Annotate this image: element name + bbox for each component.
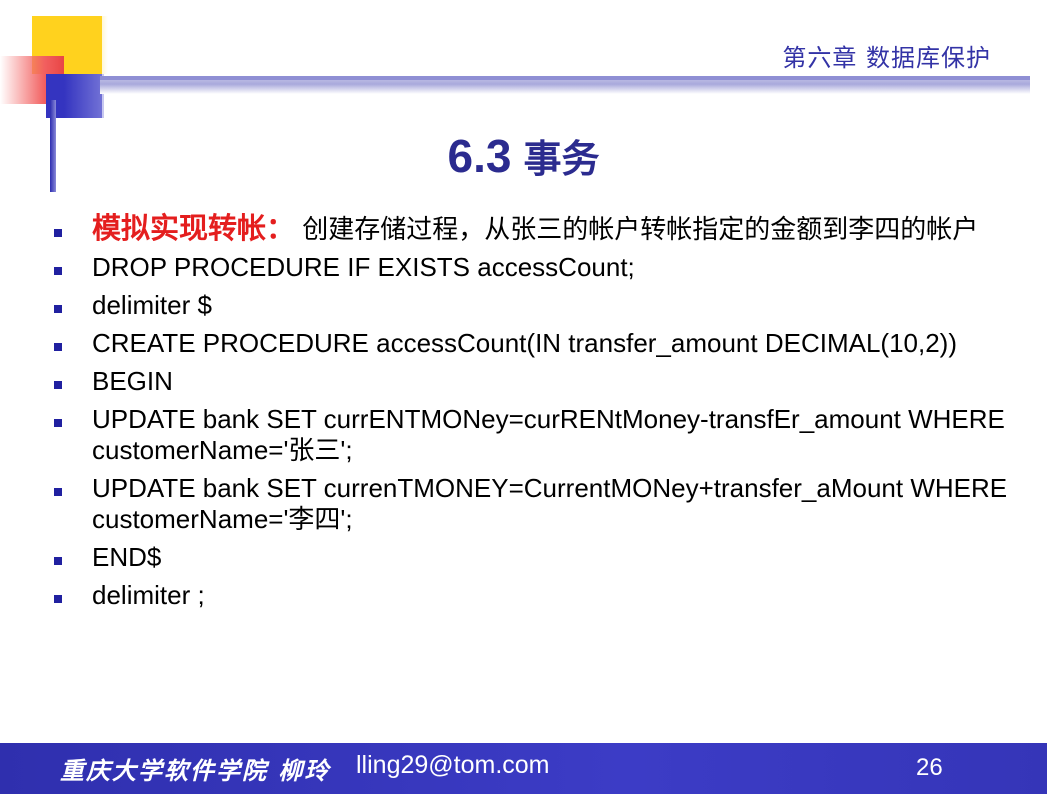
bullet-text: CREATE PROCEDURE accessCount(IN transfer… — [92, 328, 957, 358]
bullet-list: 模拟实现转帐： 创建存储过程，从张三的帐户转帐指定的金额到李四的帐户 DROP … — [52, 214, 1012, 618]
bullet-item: END$ — [52, 542, 1012, 573]
bullet-marker-icon — [54, 557, 62, 565]
bullet-item: CREATE PROCEDURE accessCount(IN transfer… — [52, 328, 1012, 359]
bullet-text: DROP PROCEDURE IF EXISTS accessCount; — [92, 252, 635, 282]
bullet-highlight: 模拟实现转帐： — [92, 213, 296, 245]
footer-institution: 重庆大学软件学院 柳玲 — [60, 756, 331, 785]
bullet-marker-icon — [54, 305, 62, 313]
bullet-marker-icon — [54, 419, 62, 427]
bullet-item-intro: 模拟实现转帐： 创建存储过程，从张三的帐户转帐指定的金额到李四的帐户 — [52, 214, 1012, 245]
bullet-text: 创建存储过程，从张三的帐户转帐指定的金额到李四的帐户 — [302, 214, 979, 244]
bullet-marker-icon — [54, 488, 62, 496]
bullet-item: delimiter ; — [52, 580, 1012, 611]
bullet-text: delimiter ; — [92, 580, 205, 610]
page-number: 26 — [916, 754, 943, 781]
footer-email: lling29@tom.com — [356, 751, 550, 779]
bullet-item: UPDATE bank SET currenTMONEY=CurrentMONe… — [52, 473, 1012, 535]
bullet-marker-icon — [54, 381, 62, 389]
corner-decoration-yellow-fade — [78, 16, 108, 74]
chapter-title: 第六章 数据库保护 — [782, 44, 991, 72]
bullet-item: UPDATE bank SET currENTMONey=curRENtMone… — [52, 404, 1012, 466]
bullet-item: delimiter $ — [52, 290, 1012, 321]
bullet-marker-icon — [54, 229, 62, 237]
bullet-marker-icon — [54, 343, 62, 351]
bullet-text: UPDATE bank SET currENTMONey=curRENtMone… — [92, 404, 1005, 465]
bullet-text: END$ — [92, 542, 162, 572]
slide-title-text: 事务 — [523, 136, 600, 181]
corner-decoration-blue-fade — [64, 74, 104, 118]
bullet-text: BEGIN — [92, 366, 173, 396]
slide-title-number: 6.3 — [447, 130, 512, 182]
footer-bar: 重庆大学软件学院 柳玲 lling29@tom.com 26 — [0, 743, 1047, 794]
bullet-text: delimiter $ — [92, 290, 212, 320]
bullet-marker-icon — [54, 267, 62, 275]
bullet-item: BEGIN — [52, 366, 1012, 397]
bullet-item: DROP PROCEDURE IF EXISTS accessCount; — [52, 252, 1012, 283]
slide-title: 6.3 事务 — [0, 128, 1047, 183]
bullet-marker-icon — [54, 595, 62, 603]
bullet-text: UPDATE bank SET currenTMONEY=CurrentMONe… — [92, 473, 1008, 534]
header-rule-top — [100, 76, 1030, 80]
